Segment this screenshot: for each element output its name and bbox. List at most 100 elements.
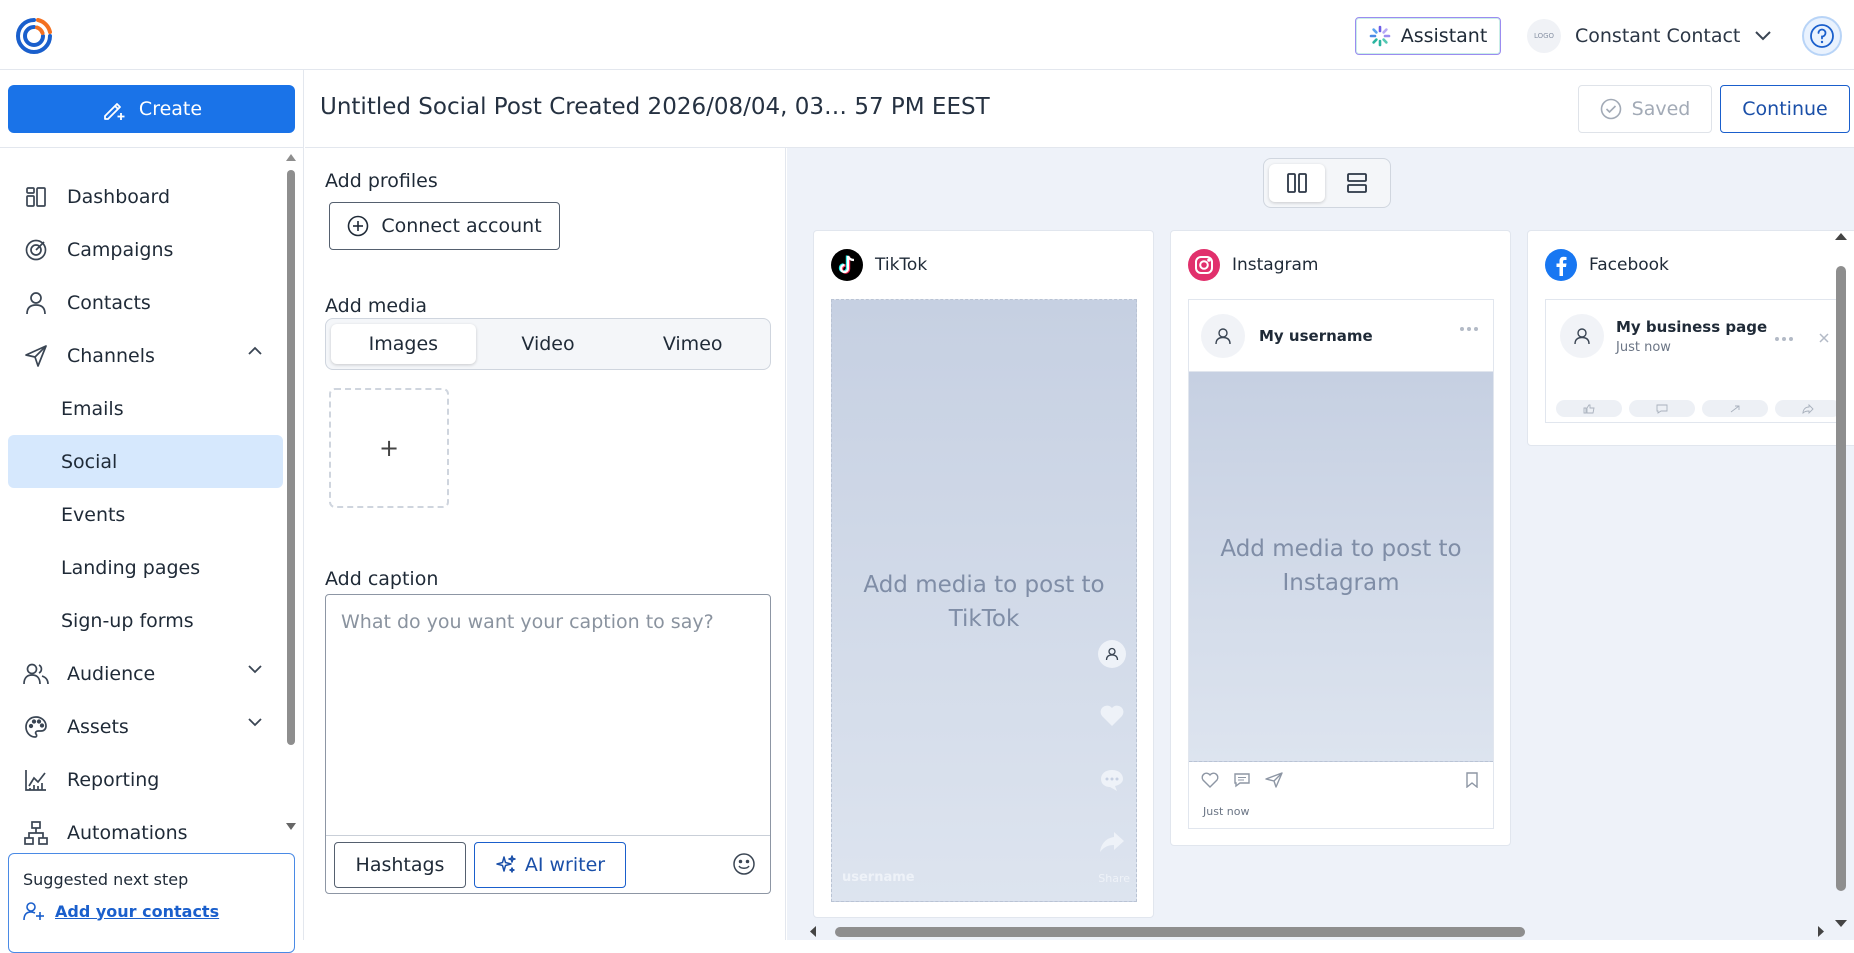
help-button[interactable]	[1802, 16, 1842, 56]
instagram-name: Instagram	[1232, 255, 1319, 275]
stacked-layout-icon[interactable]	[1329, 164, 1385, 202]
flow-icon	[22, 819, 50, 847]
instagram-icon	[1188, 249, 1220, 281]
saved-button[interactable]: Saved	[1578, 85, 1712, 133]
tab-video[interactable]: Video	[476, 324, 621, 364]
instagram-post-header: My username	[1189, 300, 1493, 372]
check-circle-icon	[1600, 98, 1622, 120]
nav-dashboard[interactable]: Dashboard	[8, 170, 283, 223]
saved-label: Saved	[1631, 98, 1691, 120]
nav-contacts[interactable]: Contacts	[8, 276, 283, 329]
constant-contact-logo-icon[interactable]	[14, 16, 54, 56]
instagram-post: My username Add media to post to Instagr…	[1188, 299, 1494, 829]
connect-account-label: Connect account	[381, 215, 542, 237]
facebook-reactions	[1556, 400, 1841, 417]
nav-label: Campaigns	[67, 238, 174, 261]
nav-label: Channels	[67, 344, 155, 367]
emoji-icon[interactable]	[732, 852, 756, 876]
palette-icon	[22, 713, 50, 741]
account-switcher[interactable]: LOGO Constant Contact	[1527, 18, 1772, 54]
create-label: Create	[138, 98, 203, 120]
media-type-tabs: Images Video Vimeo	[325, 318, 771, 370]
tiktok-preview-card: TikTok Add media to post to TikTok usern…	[813, 230, 1154, 918]
horizontal-scrollbar-thumb[interactable]	[835, 927, 1525, 937]
preview-horizontal-scrollbar[interactable]	[807, 923, 1827, 940]
add-media-dropzone[interactable]: +	[329, 388, 449, 508]
tab-images[interactable]: Images	[331, 324, 476, 364]
sparkle-spinner-icon	[1369, 25, 1391, 47]
avatar	[1560, 314, 1604, 358]
nav-landing-pages[interactable]: Landing pages	[8, 541, 283, 594]
profile-icon	[1098, 640, 1126, 668]
nav-emails[interactable]: Emails	[8, 382, 283, 435]
add-contacts-link[interactable]: Add your contacts	[23, 901, 280, 921]
tiktok-username: username	[842, 870, 915, 885]
post-editor: Add profiles Connect account Add media I…	[305, 148, 786, 940]
facebook-name: Facebook	[1589, 255, 1669, 275]
tiktok-icon	[831, 249, 863, 281]
like-icon	[1556, 400, 1622, 417]
assistant-label: Assistant	[1400, 25, 1488, 47]
sidebar-scrollbar-thumb[interactable]	[287, 170, 295, 745]
create-button[interactable]: Create	[8, 85, 295, 133]
comment-icon	[1098, 766, 1126, 794]
nav-label: Events	[61, 503, 126, 526]
question-icon	[1809, 23, 1835, 49]
nav-reporting[interactable]: Reporting	[8, 753, 283, 806]
facebook-icon	[1545, 249, 1577, 281]
ai-writer-button[interactable]: AI writer	[474, 842, 626, 888]
continue-button[interactable]: Continue	[1720, 85, 1850, 133]
assistant-button[interactable]: Assistant	[1355, 17, 1501, 55]
side-by-side-layout-icon[interactable]	[1269, 164, 1325, 202]
nav-social[interactable]: Social	[8, 435, 283, 488]
send-icon	[1265, 772, 1283, 788]
facebook-preview-card: Facebook My business page Just now	[1527, 230, 1854, 446]
connect-account-button[interactable]: Connect account	[329, 202, 560, 250]
instagram-username: My username	[1259, 326, 1373, 345]
nav-label: Social	[61, 450, 118, 473]
preview-vertical-scrollbar[interactable]	[1831, 230, 1853, 930]
instagram-card-header: Instagram	[1188, 249, 1319, 281]
tiktok-card-header: TikTok	[831, 249, 927, 281]
caption-textarea[interactable]: What do you want your caption to say? Ha…	[325, 594, 771, 894]
instagram-media-message: Add media to post to Instagram	[1220, 536, 1462, 596]
nav-audience[interactable]: Audience	[8, 647, 283, 700]
instagram-time: Just now	[1203, 805, 1250, 818]
nav-channels[interactable]: Channels	[8, 329, 283, 382]
hashtags-button[interactable]: Hashtags	[334, 842, 466, 888]
facebook-post: My business page Just now	[1545, 299, 1845, 423]
vertical-scrollbar-thumb[interactable]	[1836, 266, 1846, 891]
sparkles-icon	[495, 854, 517, 876]
more-dots-icon	[1459, 326, 1479, 332]
page-title[interactable]: Untitled Social Post Created 2026/08/04,…	[320, 94, 990, 120]
top-bar: Assistant LOGO Constant Contact	[0, 0, 1854, 70]
post-header: Untitled Social Post Created 2026/08/04,…	[305, 70, 1854, 148]
facebook-post-header: My business page Just now	[1560, 314, 1767, 358]
sidebar-scrollbar[interactable]	[284, 152, 298, 832]
layout-toggle	[1263, 158, 1391, 208]
nav-label: Sign-up forms	[61, 609, 194, 632]
close-icon	[1818, 332, 1830, 344]
caption-toolbar: Hashtags AI writer	[326, 835, 770, 893]
add-profiles-heading: Add profiles	[325, 170, 438, 192]
heart-icon	[1201, 772, 1219, 788]
nav-events[interactable]: Events	[8, 488, 283, 541]
tab-vimeo[interactable]: Vimeo	[620, 324, 765, 364]
target-icon	[22, 236, 50, 264]
nav-campaigns[interactable]: Campaigns	[8, 223, 283, 276]
account-logo: LOGO	[1527, 19, 1561, 53]
nav-label: Contacts	[67, 291, 151, 314]
chevron-up-icon	[247, 346, 263, 356]
plus-circle-icon	[347, 215, 369, 237]
ai-writer-label: AI writer	[524, 854, 606, 876]
nav-sign-up-forms[interactable]: Sign-up forms	[8, 594, 283, 647]
facebook-card-header: Facebook	[1545, 249, 1669, 281]
people-icon	[22, 660, 50, 688]
nav-assets[interactable]: Assets	[8, 700, 283, 753]
preview-panel: TikTok Add media to post to TikTok usern…	[787, 148, 1854, 940]
instagram-actions	[1201, 772, 1283, 788]
nav-label: Landing pages	[61, 556, 201, 579]
nav-label: Dashboard	[67, 185, 171, 208]
nav-automations[interactable]: Automations	[8, 806, 283, 859]
suggested-title: Suggested next step	[23, 870, 189, 889]
